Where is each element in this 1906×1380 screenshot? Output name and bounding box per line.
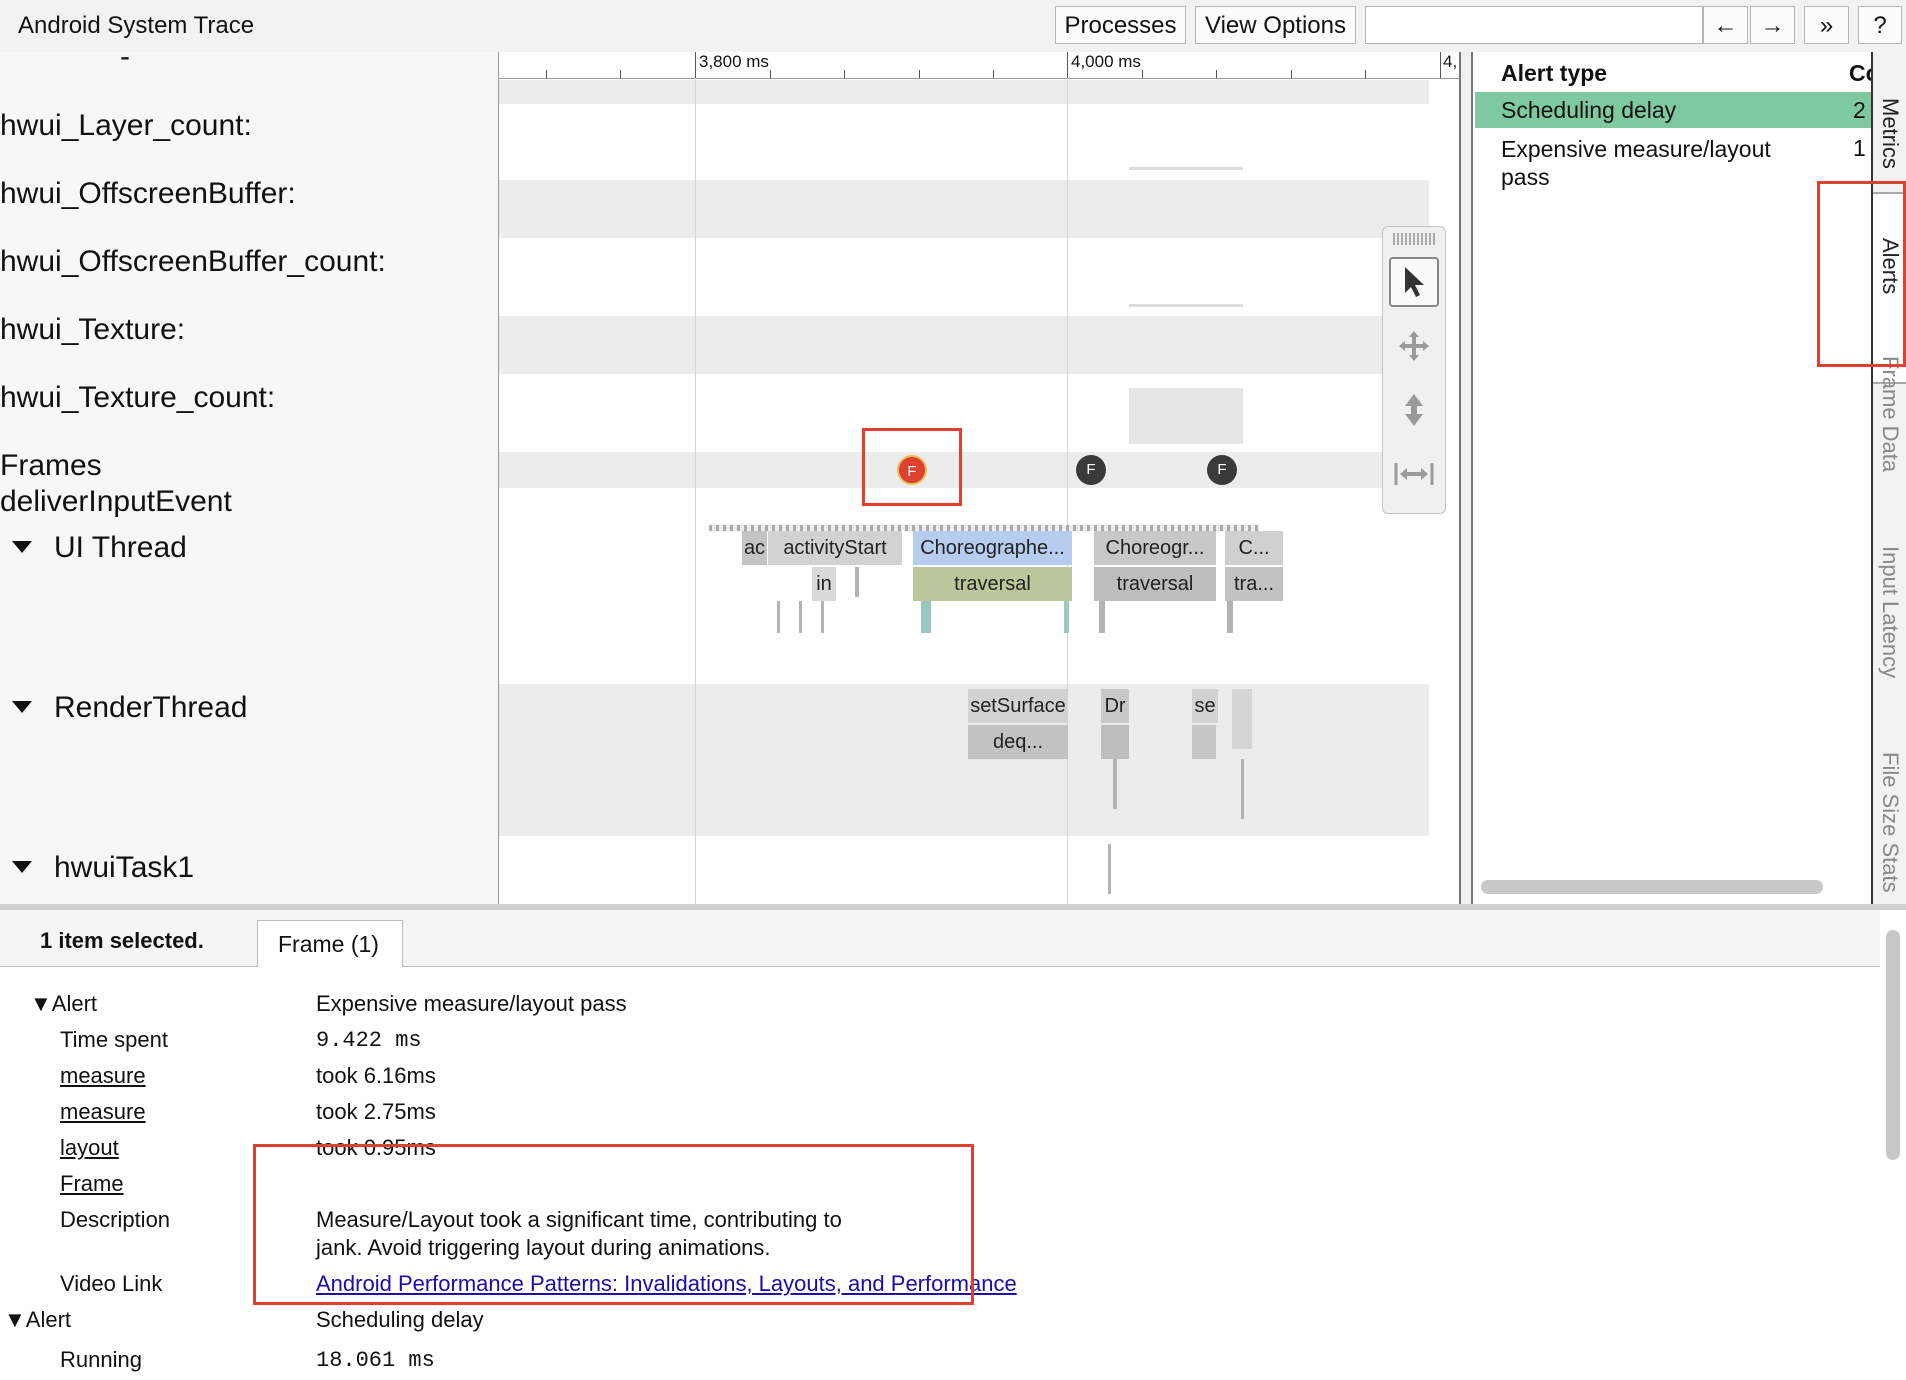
collapse-triangle-icon[interactable] xyxy=(12,861,32,874)
vertical-arrows-icon xyxy=(1405,394,1423,426)
tab-frame-data[interactable]: Frame Data xyxy=(1877,356,1903,472)
slice-dr[interactable]: Dr xyxy=(1101,689,1129,723)
slice-deq[interactable]: deq... xyxy=(968,725,1068,759)
track-label-hwui-task1: hwuiTask1 xyxy=(54,851,195,884)
alert-row-expensive-measure[interactable]: Expensive measure/layout pass 1 xyxy=(1475,130,1871,192)
selection-count: 1 item selected. xyxy=(40,928,204,953)
track-label-render-thread: RenderThread xyxy=(54,691,248,724)
video-link-label: Video Link xyxy=(60,1271,163,1296)
tab-frame[interactable]: Frame (1) xyxy=(257,920,403,967)
timing-tool-button[interactable] xyxy=(1389,449,1439,499)
track-label-hwui-offscreenbuffer[interactable]: hwui_OffscreenBuffer: xyxy=(0,177,296,211)
measure-link[interactable]: measure xyxy=(60,1099,146,1125)
ruler-label-4000: 4,000 ms xyxy=(1071,52,1141,71)
track-label-hwui-texture-count[interactable]: hwui_Texture_count: xyxy=(0,381,275,415)
top-toolbar: Android System Trace Processes View Opti… xyxy=(0,0,1906,53)
alert-expander[interactable]: ▼Alert xyxy=(4,1307,71,1333)
slice-in[interactable]: in xyxy=(812,567,836,601)
app-title: Android System Trace xyxy=(18,12,255,39)
time-spent-value: 9.422 ms xyxy=(316,1028,422,1053)
drag-handle[interactable] xyxy=(1393,233,1435,245)
slice-tra[interactable]: tra... xyxy=(1225,567,1283,601)
selection-details-panel: 1 item selected. Frame (1) ▼Alert Expens… xyxy=(0,904,1906,1380)
annotation-box-description xyxy=(253,1144,974,1305)
view-options-button[interactable]: View Options xyxy=(1195,6,1356,44)
more-button[interactable]: » xyxy=(1804,6,1849,44)
alert-count: 2 xyxy=(1853,97,1866,123)
collapse-triangle-icon[interactable] xyxy=(12,701,32,714)
collapse-triangle-icon[interactable] xyxy=(12,541,32,554)
tab-frame-label: Frame (1) xyxy=(278,931,379,957)
cursor-arrow-icon xyxy=(1405,267,1424,297)
slice-ac[interactable]: ac xyxy=(742,531,767,565)
track-label-column: - hwui_Layer_count: hwui_OffscreenBuffer… xyxy=(0,52,499,904)
slice-traversal[interactable]: traversal xyxy=(1094,567,1216,601)
slice-c[interactable]: C... xyxy=(1225,531,1283,565)
pan-tool-button[interactable] xyxy=(1389,321,1439,371)
alert-type: Scheduling delay xyxy=(1501,97,1677,123)
tab-input-latency[interactable]: Input Latency xyxy=(1877,546,1903,678)
side-tab-bar: Metrics Alerts Frame Data Input Latency … xyxy=(1871,52,1906,904)
processes-button[interactable]: Processes xyxy=(1055,6,1186,44)
column-header-alert-type[interactable]: Alert type xyxy=(1501,60,1607,87)
ruler-label-3800: 3,800 ms xyxy=(699,52,769,71)
running-label: Running xyxy=(60,1347,142,1372)
slice-choreographer[interactable]: Choreogr... xyxy=(1094,531,1216,565)
search-input[interactable] xyxy=(1365,6,1703,44)
zoom-tool-button[interactable] xyxy=(1389,385,1439,435)
prev-arrow-button[interactable]: ← xyxy=(1703,6,1748,44)
slice-activity-start[interactable]: activityStart xyxy=(768,531,902,565)
measure-value: took 2.75ms xyxy=(316,1099,436,1124)
tab-file-size-stats[interactable]: File Size Stats xyxy=(1877,752,1903,893)
alert-count: 1 xyxy=(1853,135,1866,161)
measure-value: took 6.16ms xyxy=(316,1063,436,1088)
annotation-box-alerts-tab xyxy=(1817,181,1906,367)
selection-tool-button[interactable] xyxy=(1389,257,1439,307)
track-render-thread[interactable]: RenderThread xyxy=(0,691,247,725)
running-value: 18.061 ms xyxy=(316,1348,435,1373)
timeline-canvas[interactable]: 3,800 ms 4,000 ms 4, F F F ac activitySt… xyxy=(499,52,1459,904)
next-arrow-button[interactable]: → xyxy=(1750,6,1795,44)
panel-splitter[interactable] xyxy=(1459,52,1473,904)
horizontal-range-icon xyxy=(1394,463,1434,485)
frame-marker[interactable]: F xyxy=(1076,455,1106,485)
vertical-scrollbar[interactable] xyxy=(1886,930,1900,1160)
alert-expander[interactable]: ▼Alert xyxy=(30,991,97,1017)
track-label-hwui-texture[interactable]: hwui_Texture: xyxy=(0,313,185,347)
slice-traversal[interactable]: traversal xyxy=(913,567,1072,601)
track-label-hwui-layer-count[interactable]: hwui_Layer_count: xyxy=(0,109,252,143)
slice-se[interactable]: se xyxy=(1192,689,1218,723)
track-hwui-task1[interactable]: hwuiTask1 xyxy=(0,851,194,885)
track-label-deliver-input-event[interactable]: deliverInputEvent xyxy=(0,485,232,519)
track-label-hwui-offscreenbuffer-count[interactable]: hwui_OffscreenBuffer_count: xyxy=(0,245,386,279)
ruler-label-end: 4, xyxy=(1443,52,1458,71)
alert-value: Expensive measure/layout pass xyxy=(316,991,627,1016)
layout-link[interactable]: layout xyxy=(60,1135,119,1161)
description-label: Description xyxy=(60,1207,171,1232)
tool-palette xyxy=(1382,226,1446,514)
slice-choreographer[interactable]: Choreographe... xyxy=(913,531,1072,565)
track-ui-thread[interactable]: UI Thread xyxy=(0,531,187,565)
frame-marker[interactable]: F xyxy=(1207,455,1237,485)
track-label-ui-thread: UI Thread xyxy=(54,531,187,564)
alert-type: Expensive measure/layout pass xyxy=(1501,136,1771,190)
alert-value: Scheduling delay xyxy=(316,1307,484,1332)
slice-set-surface[interactable]: setSurface xyxy=(968,689,1068,723)
move-arrows-icon xyxy=(1399,331,1429,361)
track-label-partial: - xyxy=(120,52,130,73)
annotation-box-frame-marker xyxy=(862,428,962,506)
help-button[interactable]: ? xyxy=(1858,6,1902,44)
time-spent-label: Time spent xyxy=(60,1027,169,1052)
alerts-panel: Alert type Co Scheduling delay 2 Expensi… xyxy=(1473,52,1880,904)
track-label-frames[interactable]: Frames xyxy=(0,449,102,483)
measure-link[interactable]: measure xyxy=(60,1063,146,1089)
time-ruler[interactable]: 3,800 ms 4,000 ms 4, xyxy=(499,52,1459,79)
alert-row-scheduling-delay[interactable]: Scheduling delay 2 xyxy=(1475,92,1871,128)
frame-link[interactable]: Frame xyxy=(60,1171,124,1197)
tab-metrics[interactable]: Metrics xyxy=(1877,98,1903,169)
horizontal-scrollbar[interactable] xyxy=(1481,880,1823,894)
